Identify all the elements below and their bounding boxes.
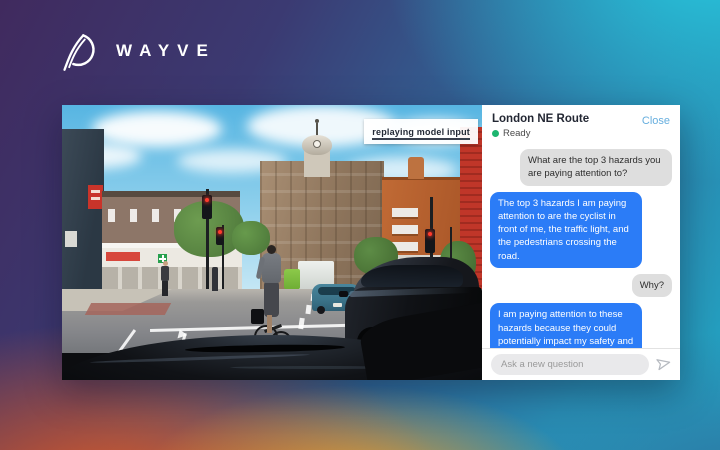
wayve-logo: WAYVE xyxy=(52,26,216,76)
red-crossing-patch xyxy=(85,303,171,315)
chat-input-bar xyxy=(482,348,680,380)
balcony xyxy=(392,225,418,234)
red-light xyxy=(205,198,209,202)
shop-windows xyxy=(102,267,242,289)
chimney xyxy=(408,157,424,179)
shop-sign xyxy=(106,252,140,261)
chat-panel: London NE Route Ready Close What are the… xyxy=(482,105,680,380)
traffic-light-red xyxy=(216,227,224,245)
traffic-light-red xyxy=(425,229,435,253)
red-light xyxy=(218,230,222,234)
chat-header: London NE Route Ready Close xyxy=(482,105,680,144)
pedestrian xyxy=(212,267,218,291)
red-light xyxy=(428,232,432,236)
cloud xyxy=(92,111,222,147)
traffic-light-red xyxy=(202,195,212,219)
message-bubble-user: Why? xyxy=(632,274,672,297)
wayve-swirl-icon xyxy=(52,26,102,76)
replaying-model-input-label: replaying model input xyxy=(364,119,478,144)
drive-video-frame: replaying model input xyxy=(62,105,482,380)
question-input[interactable] xyxy=(491,354,649,375)
hood-vent xyxy=(185,344,345,354)
clock-face xyxy=(313,140,321,148)
message-bubble-assistant: The top 3 hazards I am paying attention … xyxy=(490,192,642,268)
close-button[interactable]: Close xyxy=(642,115,670,127)
message-bubble-user: What are the top 3 hazards you are payin… xyxy=(520,149,672,186)
paper-plane-icon xyxy=(656,356,671,374)
demo-panel: replaying model input London NE Route Re… xyxy=(62,105,680,380)
message-bubble-assistant: I am paying attention to these hazards b… xyxy=(490,303,642,348)
pedestrian xyxy=(161,261,171,297)
message-list: What are the top 3 hazards you are payin… xyxy=(482,144,680,348)
clock-tower xyxy=(302,135,332,177)
red-sign xyxy=(88,185,103,209)
wayve-wordmark: WAYVE xyxy=(116,41,216,61)
status-row: Ready xyxy=(492,128,670,139)
building-left-dark xyxy=(62,129,104,291)
status-text: Ready xyxy=(503,128,530,139)
send-button[interactable] xyxy=(656,356,671,374)
lane-dash xyxy=(305,305,311,315)
balcony xyxy=(392,208,418,217)
car-wheel xyxy=(317,306,325,314)
status-dot xyxy=(492,130,499,137)
white-sign xyxy=(65,231,77,247)
